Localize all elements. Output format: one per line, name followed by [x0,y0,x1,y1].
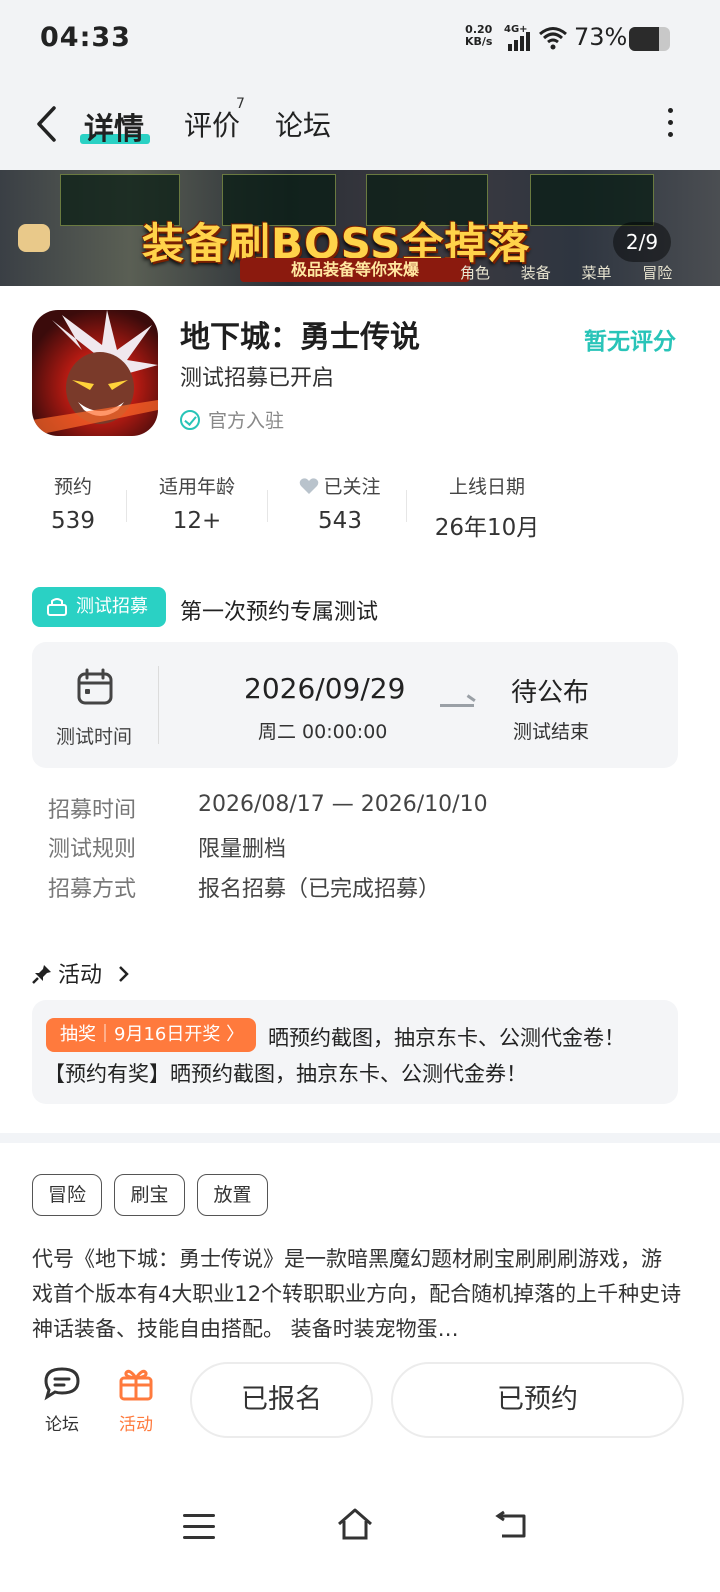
heart-icon [300,478,319,494]
stat-label: 适用年龄 [158,476,235,498]
network-type: 4G+ [504,24,528,35]
test-end-status: 待公布 [511,678,590,708]
stat-label-text: 已关注 [323,476,381,498]
info-key: 招募时间 [48,798,137,823]
pin-icon [32,965,51,984]
banner-subtitle: 极品装备等你来爆 [240,258,470,282]
activity-card[interactable]: 抽奖｜9月16日开奖 〉 晒预约截图，抽京东卡、公测代金卷！ 【预约有奖】晒预约… [32,1000,678,1104]
chat-bubble-icon [18,224,50,252]
info-value: 2026/08/17 — 2026/10/10 [198,792,488,817]
chevron-right-icon [119,966,129,982]
app-icon [32,310,158,436]
info-key: 招募方式 [48,877,137,902]
test-time-label: 测试时间 [56,726,133,748]
back-arrow-icon[interactable] [30,104,64,144]
activity-shortcut[interactable]: 活动 [106,1366,166,1435]
tag-adventure[interactable]: 冒险 [32,1174,102,1216]
net-speed-unit: KB/s [465,35,493,48]
stat-value: 543 [318,508,362,534]
official-badge: 官方入驻 [180,406,284,433]
battery-percent: 73% [574,23,628,51]
stat-value: 539 [51,508,95,534]
cellular-signal-icon: 4G+ [504,24,534,52]
status-bar: 04:33 0.20 KB/s 4G+ 73% [0,0,720,78]
test-recruit-badge: 测试招募 [32,587,166,627]
battery-icon [629,27,670,51]
calendar-icon [77,668,113,705]
wifi-icon [539,27,567,50]
tag-loot[interactable]: 刷宝 [114,1174,185,1216]
stat-divider [406,490,407,522]
forum-chat-icon [44,1367,80,1401]
test-start-time: 周二 00:00:00 [258,721,388,743]
gift-icon [119,1369,153,1401]
stat-label: 预约 [53,476,92,498]
stat-reservations: 预约 539 [42,472,104,534]
stat-value: 26年10月 [434,515,540,541]
test-title: 第一次预约专属测试 [180,600,379,625]
info-value: 报名招募（已完成招募） [198,877,441,902]
card-divider [158,666,159,744]
info-key: 测试规则 [48,837,137,862]
activity-line: 【预约有奖】晒预约截图，抽京东卡、公测代金券！ [44,1062,527,1086]
tab-forum[interactable]: 论坛 [275,104,331,144]
banner-game-tabs: 角色 装备 菜单 冒险 [460,264,673,282]
promo-banner[interactable]: 装备刷BOSS全掉落 极品装备等你来爆 角色 装备 菜单 冒险 2/9 [0,170,720,286]
tag-idle[interactable]: 放置 [197,1174,268,1216]
stat-value: 12+ [172,508,222,534]
test-icon [47,598,67,616]
arrow-right-icon [440,704,474,707]
home-icon[interactable] [336,1506,374,1542]
official-label: 官方入驻 [208,410,285,432]
section-divider [0,1133,720,1143]
test-start-date: 2026/09/29 [244,672,406,705]
test-badge-label: 测试招募 [76,596,148,617]
forum-label: 论坛 [45,1415,79,1435]
tab-review[interactable]: 评价 [184,104,240,144]
forum-shortcut[interactable]: 论坛 [32,1366,92,1435]
stat-label: 已关注 [290,472,390,500]
stat-divider [267,490,268,522]
verified-check-icon [180,410,200,430]
stat-followers[interactable]: 已关注 543 [290,472,390,534]
top-nav: 详情 评价 7 论坛 [0,78,720,170]
app-title: 地下城：勇士传说 [180,320,420,355]
activity-line: 晒预约截图，抽京东卡、公测代金卷！ [268,1026,625,1050]
tab-detail[interactable]: 详情 [84,104,144,148]
stat-label: 上线日期 [448,476,525,498]
lottery-tag[interactable]: 抽奖｜9月16日开奖 〉 [46,1018,256,1052]
test-time-card: 测试时间 2026/09/29 周二 00:00:00 待公布 测试结束 [32,642,678,768]
review-count-badge: 7 [236,96,245,112]
activity-label: 活动 [119,1415,153,1435]
registered-button[interactable]: 已报名 [190,1362,373,1438]
info-value: 限量删档 [198,837,287,862]
reserved-button[interactable]: 已预约 [391,1362,684,1438]
stat-divider [126,490,127,522]
rating-status: 暂无评分 [584,329,676,355]
status-time: 04:33 [40,22,131,53]
banner-panel [530,174,654,226]
test-end-label: 测试结束 [513,721,590,743]
stat-launch-date: 上线日期 26年10月 [428,472,546,542]
system-back-icon[interactable] [494,1510,530,1542]
activity-heading[interactable]: 活动 [32,957,131,989]
recent-apps-icon[interactable] [183,1514,215,1540]
more-options-icon[interactable] [664,108,676,138]
system-navigation-bar [0,1470,720,1592]
banner-page-counter: 2/9 [613,222,671,262]
game-description: 代号《地下城：勇士传说》是一款暗黑魔幻题材刷宝刷刷刷游戏，游戏首个版本有4大职业… [32,1247,682,1341]
net-speed: 0.20 KB/s [465,24,492,48]
app-subtitle: 测试招募已开启 [180,366,335,391]
bottom-action-bar: 论坛 活动 已报名 已预约 [0,1350,720,1450]
activity-heading-label: 活动 [58,963,103,988]
stat-age-rating: 适用年龄 12+ [148,472,246,534]
